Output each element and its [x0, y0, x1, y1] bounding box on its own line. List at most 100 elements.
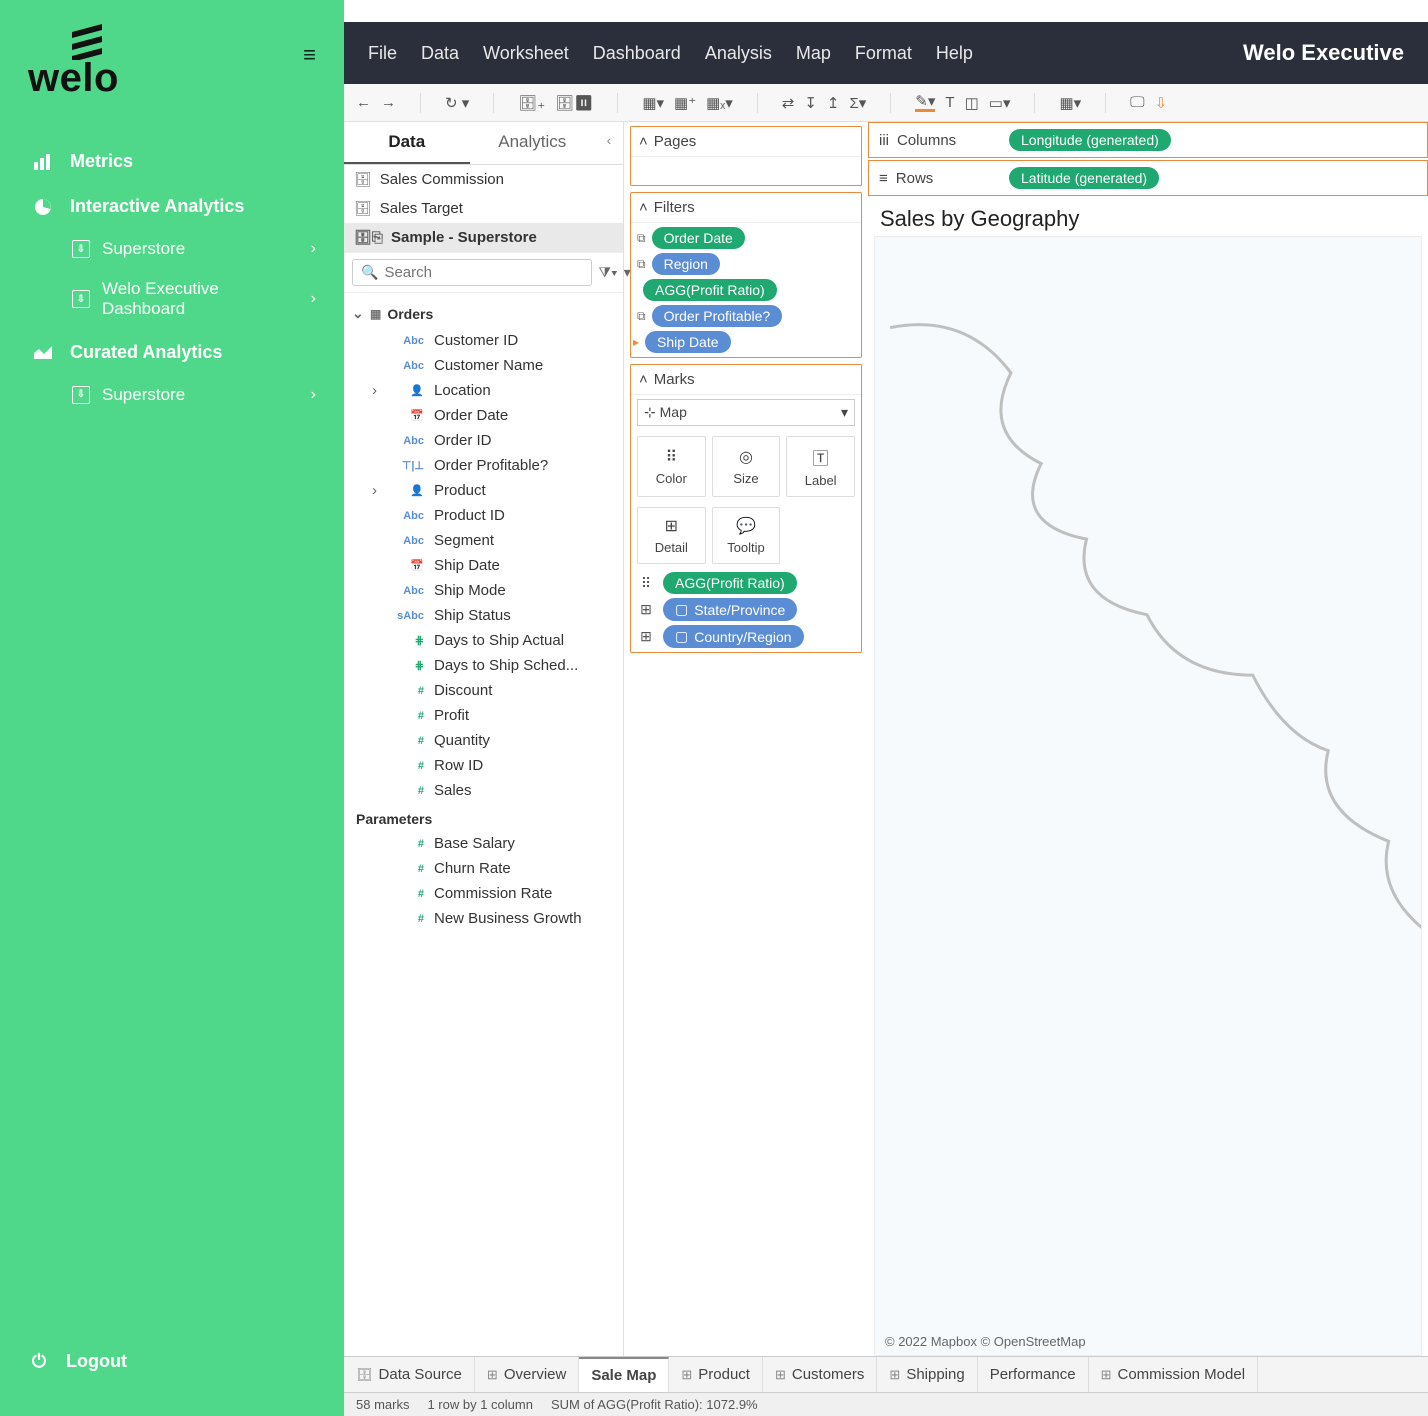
- columns-shelf[interactable]: iiiColumns Longitude (generated): [868, 122, 1428, 158]
- field-item[interactable]: AbcOrder ID: [352, 428, 623, 453]
- sort-desc-icon[interactable]: ↥: [827, 94, 840, 112]
- pause-icon[interactable]: 🗄⏸: [555, 94, 593, 112]
- undo-icon[interactable]: ←: [356, 94, 371, 111]
- mark-type-select[interactable]: ⊹ Map▾: [637, 399, 855, 426]
- field-item[interactable]: ⋕Days to Ship Sched...: [352, 653, 623, 678]
- worksheet-tab[interactable]: ⊞Shipping: [877, 1357, 977, 1392]
- datasource-label: Sales Target: [380, 200, 463, 217]
- field-item[interactable]: AbcProduct ID: [352, 503, 623, 528]
- worksheet-tab[interactable]: ⊞Customers: [763, 1357, 877, 1392]
- filter-icon[interactable]: ⧩▾: [598, 264, 617, 281]
- tab-data[interactable]: Data: [344, 122, 470, 164]
- sidebar-collapse-icon[interactable]: ≡: [303, 42, 316, 68]
- rows-shelf[interactable]: ≡Rows Latitude (generated): [868, 160, 1428, 196]
- mark-detail[interactable]: ⊞Detail: [637, 507, 706, 564]
- worksheet-tab[interactable]: Sale Map: [579, 1357, 669, 1392]
- field-item[interactable]: #Discount: [352, 678, 623, 703]
- field-item[interactable]: #Quantity: [352, 728, 623, 753]
- mark-size[interactable]: ◎Size: [712, 436, 781, 497]
- filter-pill[interactable]: Region: [652, 253, 720, 275]
- mark-label[interactable]: 🅃Label: [786, 436, 855, 497]
- field-item[interactable]: 📅Ship Date: [352, 553, 623, 578]
- pill-label: Country/Region: [694, 629, 791, 645]
- menu-file[interactable]: File: [368, 43, 397, 64]
- mark-pill[interactable]: ▢ Country/Region: [663, 625, 804, 648]
- nav-metrics[interactable]: Metrics: [28, 141, 344, 182]
- datasource-item[interactable]: 🗄⎘Sample - Superstore: [344, 223, 623, 252]
- filter-pill[interactable]: Ship Date: [645, 331, 730, 353]
- mark-pill[interactable]: AGG(Profit Ratio): [663, 572, 797, 594]
- worksheet-tab[interactable]: 🗄Data Source: [344, 1357, 475, 1392]
- highlight-icon[interactable]: ✎▾: [915, 94, 935, 112]
- new-worksheet-icon[interactable]: ▦▾: [642, 94, 664, 112]
- field-item[interactable]: #Sales: [352, 778, 623, 803]
- field-item[interactable]: AbcCustomer ID: [352, 328, 623, 353]
- menu-analysis[interactable]: Analysis: [705, 43, 772, 64]
- redo-icon[interactable]: →: [381, 94, 396, 111]
- mark-color[interactable]: ⠿Color: [637, 436, 706, 497]
- nav-curated[interactable]: Curated Analytics: [28, 332, 344, 373]
- totals-icon[interactable]: Σ▾: [849, 94, 866, 112]
- map-visualization[interactable]: © 2022 Mapbox © OpenStreetMap: [874, 236, 1422, 1356]
- rows-pill[interactable]: Latitude (generated): [1009, 167, 1159, 189]
- columns-pill[interactable]: Longitude (generated): [1009, 129, 1171, 151]
- nav-sub-welo-exec[interactable]: ⇩ Welo Executive Dashboard ›: [28, 271, 344, 328]
- search-input[interactable]: [384, 264, 583, 281]
- filters-shelf[interactable]: ˄Filters ⧉Order Date⧉RegionAGG(Profit Ra…: [630, 192, 862, 358]
- menu-worksheet[interactable]: Worksheet: [483, 43, 569, 64]
- download-icon[interactable]: ⇩: [1155, 94, 1168, 112]
- logout-button[interactable]: ⏻ Logout: [28, 1351, 344, 1392]
- fit-icon[interactable]: ▭▾: [989, 94, 1011, 112]
- mark-tooltip[interactable]: 💬Tooltip: [712, 507, 781, 564]
- worksheet-tab[interactable]: ⊞Commission Model: [1089, 1357, 1258, 1392]
- field-item[interactable]: ⊤|⊥Order Profitable?: [352, 453, 623, 478]
- text-icon[interactable]: T: [945, 94, 954, 111]
- worksheet-tab[interactable]: ⊞Product: [669, 1357, 763, 1392]
- menu-map[interactable]: Map: [796, 43, 831, 64]
- new-datasource-icon[interactable]: 🗄₊: [518, 94, 545, 112]
- swap-icon[interactable]: ⇄: [782, 94, 795, 112]
- worksheet-tab[interactable]: Performance: [978, 1357, 1089, 1392]
- table-header[interactable]: ⌄▦Orders: [352, 299, 623, 328]
- menu-dashboard[interactable]: Dashboard: [593, 43, 681, 64]
- marks-shelf[interactable]: ˄Marks ⊹ Map▾ ⠿Color ◎Size 🅃Label ⊞Detai…: [630, 364, 862, 653]
- field-item[interactable]: AbcSegment: [352, 528, 623, 553]
- duplicate-icon[interactable]: ▦⁺: [674, 94, 696, 112]
- presentation-icon[interactable]: 🖵: [1130, 94, 1144, 111]
- datasource-item[interactable]: 🗄Sales Target: [344, 194, 623, 223]
- datasource-item[interactable]: 🗄Sales Commission: [344, 165, 623, 194]
- group-icon[interactable]: ◫: [965, 94, 979, 112]
- field-item[interactable]: ›👤Location: [352, 378, 623, 403]
- filter-pill[interactable]: Order Date: [652, 227, 745, 249]
- pages-shelf[interactable]: ˄Pages: [630, 126, 862, 186]
- field-item[interactable]: ›👤Product: [352, 478, 623, 503]
- menu-data[interactable]: Data: [421, 43, 459, 64]
- parameter-item[interactable]: #Commission Rate: [352, 881, 623, 906]
- tab-analytics[interactable]: Analytics: [470, 122, 596, 164]
- field-item[interactable]: #Profit: [352, 703, 623, 728]
- field-item[interactable]: sAbcShip Status: [352, 603, 623, 628]
- field-item[interactable]: ⋕Days to Ship Actual: [352, 628, 623, 653]
- sidebar-nav: Metrics Interactive Analytics ⇩Superstor…: [28, 141, 344, 413]
- refresh-icon[interactable]: ↻ ▾: [445, 94, 469, 112]
- field-item[interactable]: AbcShip Mode: [352, 578, 623, 603]
- nav-sub-superstore[interactable]: ⇩Superstore ›: [28, 231, 344, 267]
- parameter-item[interactable]: #Base Salary: [352, 831, 623, 856]
- parameter-item[interactable]: #New Business Growth: [352, 906, 623, 931]
- field-item[interactable]: #Row ID: [352, 753, 623, 778]
- show-me-icon[interactable]: ▦▾: [1059, 94, 1081, 112]
- parameter-item[interactable]: #Churn Rate: [352, 856, 623, 881]
- mark-pill[interactable]: ▢ State/Province: [663, 598, 797, 621]
- panel-collapse-icon[interactable]: ‹: [595, 122, 623, 164]
- worksheet-tab[interactable]: ⊞Overview: [475, 1357, 579, 1392]
- field-item[interactable]: AbcCustomer Name: [352, 353, 623, 378]
- sort-asc-icon[interactable]: ↧: [804, 94, 817, 112]
- menu-help[interactable]: Help: [936, 43, 973, 64]
- filter-pill[interactable]: Order Profitable?: [652, 305, 783, 327]
- menu-format[interactable]: Format: [855, 43, 912, 64]
- nav-sub-superstore-2[interactable]: ⇩Superstore ›: [28, 377, 344, 413]
- clear-icon[interactable]: ▦ₓ▾: [706, 94, 733, 112]
- field-item[interactable]: 📅Order Date: [352, 403, 623, 428]
- filter-pill[interactable]: AGG(Profit Ratio): [643, 279, 777, 301]
- nav-interactive[interactable]: Interactive Analytics: [28, 186, 344, 227]
